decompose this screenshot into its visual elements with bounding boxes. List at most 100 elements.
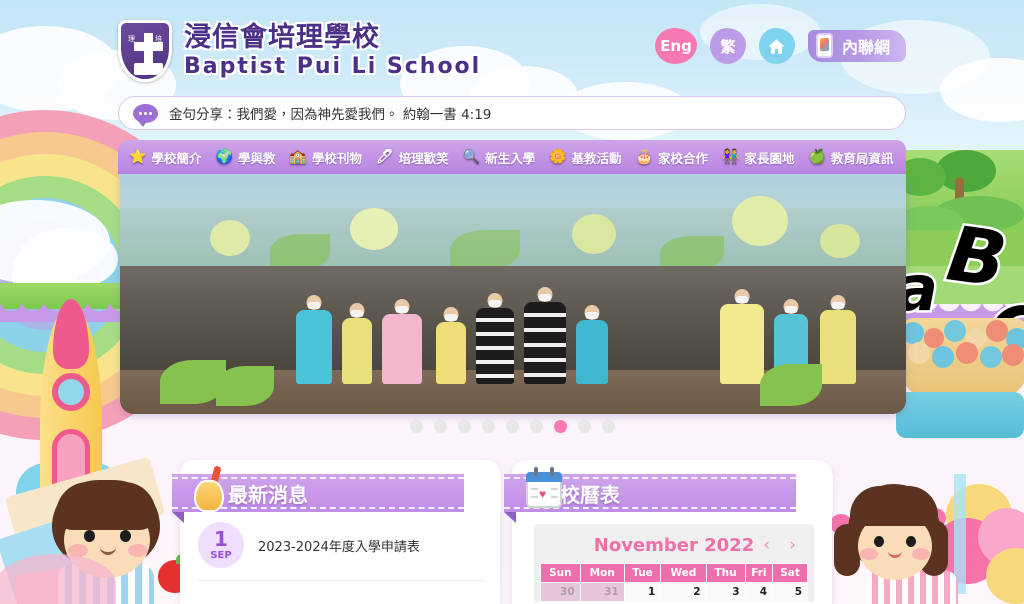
nav-label: 學校刊物 [311,150,362,166]
globe-icon: 🌍 [215,149,233,165]
news-panel: 最新消息 1 SEP 2023-2024年度入學申請表 [172,460,501,604]
performer [476,293,514,384]
chevron-left-icon[interactable]: ‹ [763,535,770,555]
intranet-label: 內聯網 [841,38,890,57]
cake-icon: 🎂 [635,149,653,165]
calendar-week-row: 30 31 1 2 3 4 5 [540,582,808,602]
calendar-widget: November 2022 ‹ › Sun Mon Tue Wed Thu Fr… [534,524,814,602]
girl-illustration [830,474,1024,604]
calendar-day-cell[interactable]: 4 [744,582,774,602]
stage-plant [760,364,822,406]
nav-item-christian-activities[interactable]: 🌼 基教活動 [542,140,628,174]
flower-icon: 🌼 [549,149,567,165]
calendar-icon: ♥ [520,466,564,514]
stage-backdrop [120,174,906,270]
nav-label: 家校合作 [658,150,709,166]
performer [382,299,422,384]
performer [436,307,466,384]
performer [820,295,856,384]
letter-b-icon: B [940,206,1015,307]
calendar-grid: Sun Mon Tue Wed Thu Fri Sat 30 31 1 2 3 … [540,563,808,602]
performer [720,289,764,384]
weekday-tue: Tue [623,563,662,583]
speech-bubble-icon [133,103,158,127]
calendar-day-cell[interactable]: 30 [540,582,581,602]
apple-icon: 🍏 [808,149,826,165]
calendar-day-cell[interactable]: 5 [772,582,808,602]
nav-item-pui-li-smiles[interactable]: 🖊 培理歡笑 [369,140,456,174]
language-button-eng[interactable]: Eng [654,28,697,64]
weekday-sat: Sat [772,563,808,583]
weekday-fri: Fri [744,563,774,583]
calendar-day-cell[interactable]: 2 [660,582,707,602]
performer [296,295,332,384]
weekday-wed: Wed [660,563,707,583]
calendar-panel: 校曆表 ♥ November 2022 ‹ › Sun Mon Tue Wed … [504,460,833,604]
performer [524,287,566,384]
bell-icon [188,465,232,514]
nav-item-school-intro[interactable]: ⭐ 學校簡介 [122,140,208,174]
school-logo[interactable]: 理 培 浸信會培理學校 Baptist Pui Li School [118,20,481,82]
ribbon-notch [811,474,833,512]
carousel-dot-4[interactable] [481,420,495,433]
performer [576,305,608,384]
ball-pit-icon [900,318,1024,398]
intranet-button[interactable]: 內聯網 [807,30,906,62]
nav-item-publications[interactable]: 🏫 學校刊物 [282,140,368,174]
top-utility-buttons: Eng 繁 內聯網 [654,28,906,64]
nav-item-parents-corner[interactable]: 👫 家長園地 [715,140,801,174]
carousel-dot-3[interactable] [457,420,471,433]
calendar-weekday-row: Sun Mon Tue Wed Thu Fri Sat [540,563,808,583]
star-icon: ⭐ [129,149,147,165]
people-icon: 👫 [722,149,740,165]
carousel-dot-8[interactable] [577,420,591,433]
carousel-dot-9[interactable] [601,420,615,433]
news-month: SEP [210,550,232,561]
cloud-icon [18,228,118,290]
shield-crest-icon: 理 培 [118,20,172,82]
weekday-thu: Thu [705,563,746,583]
news-date-badge: 1 SEP [198,522,244,568]
nav-item-admissions[interactable]: 🔍 新生入學 [456,140,542,174]
carousel-dot-5[interactable] [505,420,519,433]
weekday-mon: Mon [579,563,625,583]
carousel-dot-1[interactable] [409,420,423,433]
scripture-bar: 金句分享：我們愛，因為神先愛我們。 約翰一書 4:19 [118,96,906,130]
school-name-block: 浸信會培理學校 Baptist Pui Li School [184,22,482,79]
calendar-day-cell[interactable]: 31 [579,582,625,602]
calendar-day-cell[interactable]: 1 [623,582,662,602]
news-item[interactable]: 1 SEP 2023-2024年度入學申請表 [198,522,484,581]
language-button-trad[interactable]: 繁 [709,28,746,64]
calendar-day-cell[interactable]: 3 [705,582,746,602]
school-name-zh: 浸信會培理學校 [184,22,380,54]
nav-item-home-school-cooperation[interactable]: 🎂 家校合作 [629,140,715,174]
nav-label: 基教活動 [571,150,622,166]
chevron-right-icon[interactable]: › [789,535,796,555]
nav-label: 家長園地 [744,150,795,166]
news-list: 1 SEP 2023-2024年度入學申請表 [198,522,484,581]
news-day: 1 [214,527,228,551]
nav-label: 學與教 [237,150,276,166]
calendar-header: November 2022 ‹ › [540,532,808,558]
carousel-dots [0,420,1024,433]
magnifier-icon: 🔍 [462,149,481,165]
nav-label: 教育局資訊 [830,150,894,166]
school-building-icon: 🏫 [289,149,307,165]
heart-icon: ♥ [539,487,547,501]
nav-item-learning-teaching[interactable]: 🌍 學與教 [208,140,282,174]
news-item-title: 2023-2024年度入學申請表 [258,539,420,555]
mobile-phone-icon [815,33,833,58]
nav-label: 學校簡介 [151,150,202,166]
school-name-en: Baptist Pui Li School [184,53,482,79]
carousel-dot-2[interactable] [433,420,447,433]
pencil-icon: 🖊 [375,149,394,165]
ribbon-notch [479,474,501,512]
hero-carousel[interactable] [120,174,906,414]
nav-item-edb-info[interactable]: 🍏 教育局資訊 [801,140,900,174]
nav-label: 培理歡笑 [398,150,449,166]
home-icon[interactable] [758,28,795,64]
carousel-dot-7[interactable] [553,420,567,433]
performer [342,303,372,384]
carousel-dot-6[interactable] [529,420,543,433]
stage-plant [216,366,274,406]
